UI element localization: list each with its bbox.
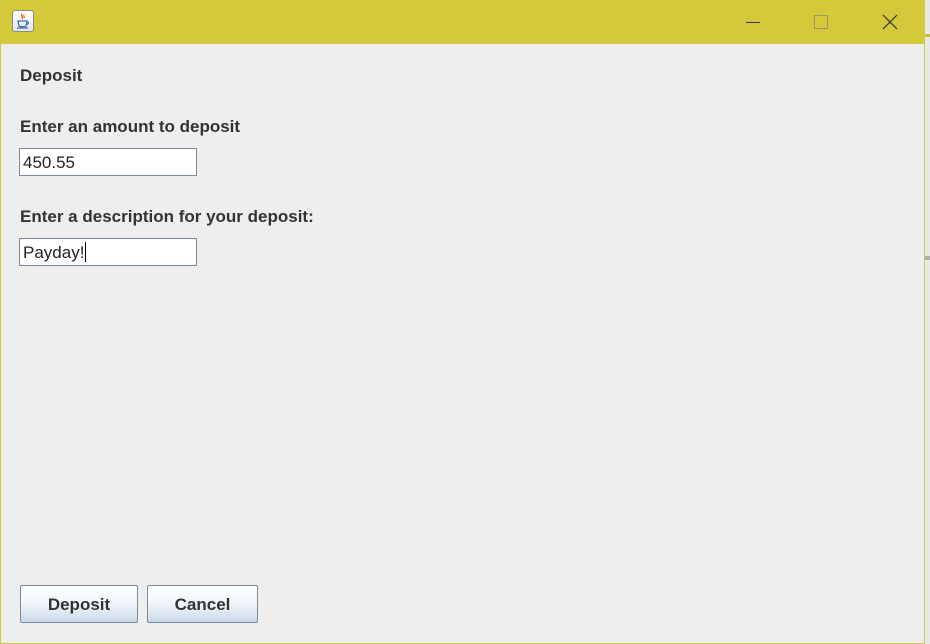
section-title: Deposit: [20, 66, 83, 85]
text-caret: [85, 242, 87, 262]
amount-label: Enter an amount to deposit: [20, 117, 241, 136]
amount-input[interactable]: 450.55: [19, 148, 197, 176]
close-button[interactable]: [867, 0, 913, 44]
java-cup-icon[interactable]: [12, 10, 34, 32]
minimize-icon: [746, 22, 760, 23]
close-icon: [882, 14, 898, 30]
cancel-button[interactable]: Cancel: [147, 585, 258, 623]
description-value: Payday!: [23, 243, 85, 262]
description-label: Enter a description for your deposit:: [20, 207, 314, 226]
maximize-button[interactable]: [798, 0, 844, 44]
minimize-button[interactable]: [730, 0, 776, 44]
background-window-edge: [925, 0, 930, 644]
title-bar[interactable]: [1, 0, 926, 44]
maximize-icon: [814, 15, 828, 29]
description-input[interactable]: Payday!: [19, 238, 197, 266]
deposit-dialog-window: Deposit Enter an amount to deposit 450.5…: [0, 0, 926, 644]
deposit-button[interactable]: Deposit: [20, 585, 138, 623]
